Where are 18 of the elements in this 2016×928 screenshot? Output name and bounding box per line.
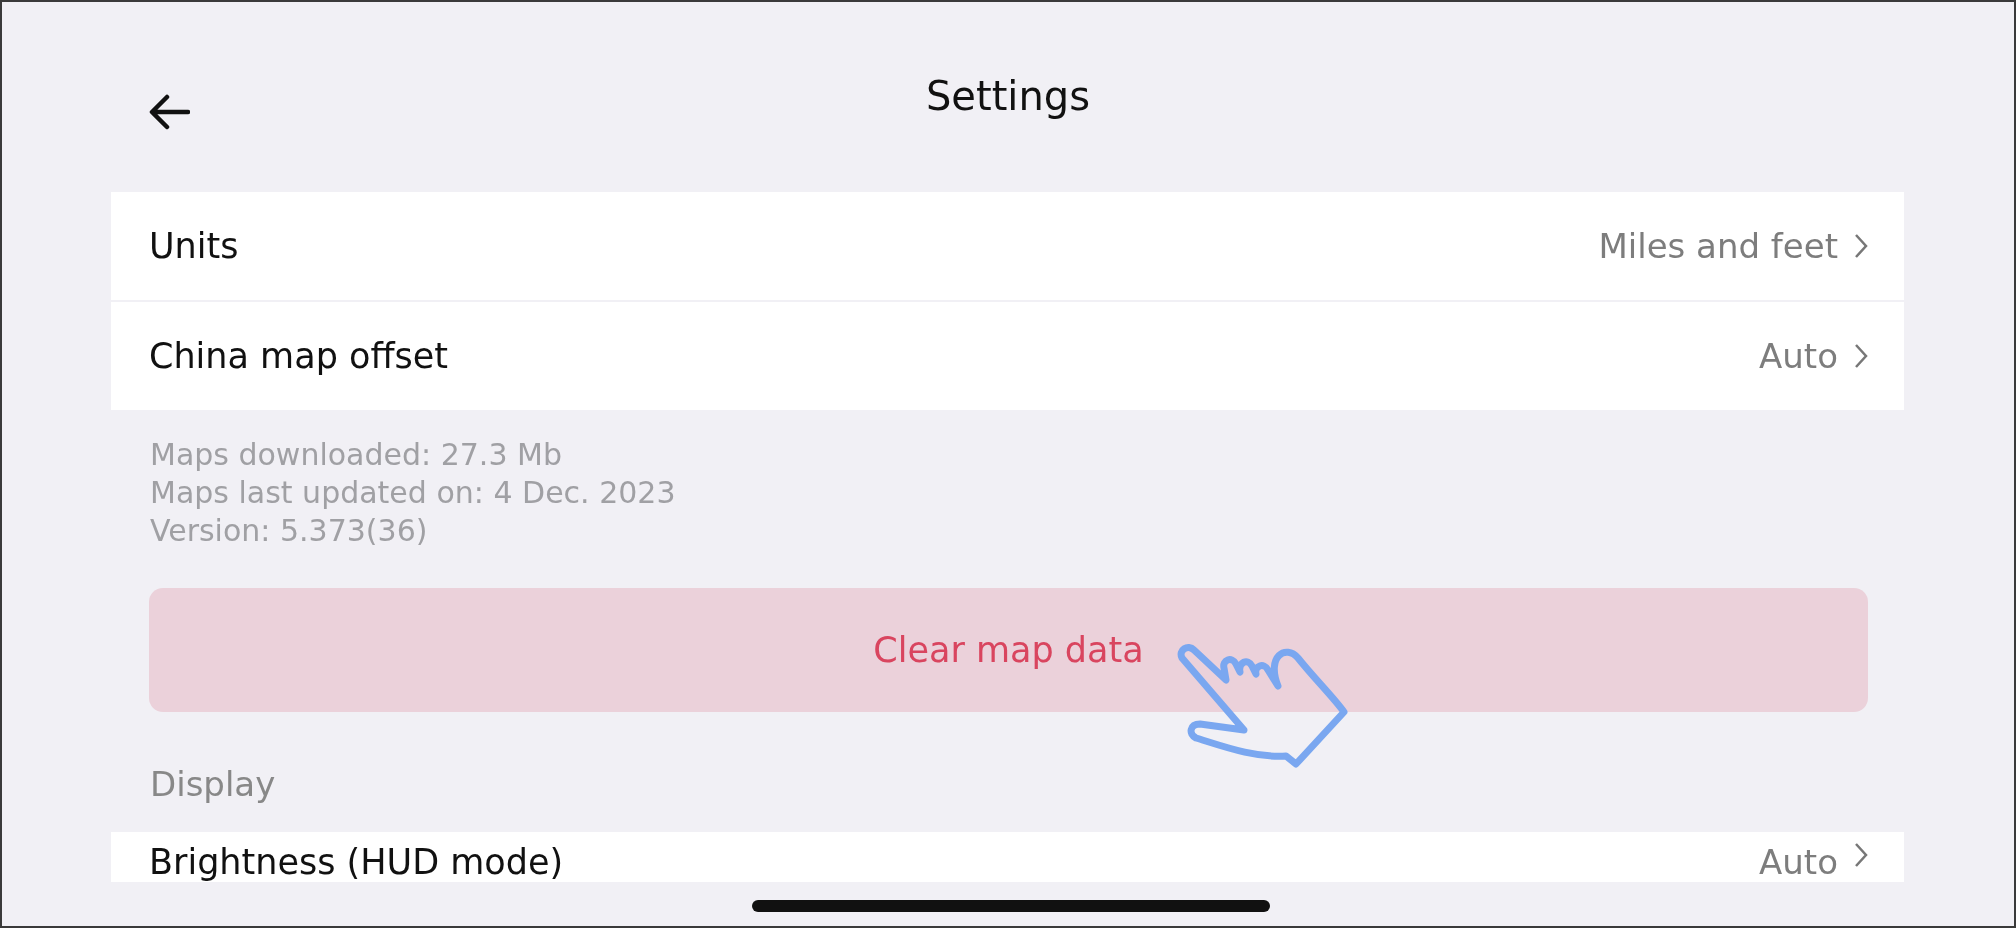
chevron-right-icon: [1854, 233, 1868, 259]
info-text: Maps downloaded: 27.3 Mb: [150, 436, 563, 474]
page-title: Settings: [925, 73, 1091, 119]
back-arrow-icon[interactable]: [148, 94, 190, 130]
settings-row[interactable]: Units Miles and feet: [111, 192, 1904, 302]
row-label: China map offset: [149, 336, 449, 376]
settings-row[interactable]: Brightness (HUD mode) Auto: [111, 832, 1904, 882]
row-label: Brightness (HUD mode): [149, 842, 565, 882]
chevron-right-icon: [1854, 842, 1868, 868]
chevron-right-icon: [1854, 343, 1868, 369]
row-value: Auto: [1759, 336, 1838, 376]
info-text: Maps last updated on: 4 Dec. 2023: [150, 474, 677, 512]
row-value: Auto: [1759, 842, 1838, 882]
section-title: Display: [149, 763, 277, 802]
row-value: Miles and feet: [1598, 226, 1838, 266]
settings-row[interactable]: China map offset Auto: [111, 302, 1904, 410]
row-label: Units: [149, 226, 240, 266]
info-text: Version: 5.373(36): [150, 512, 429, 550]
